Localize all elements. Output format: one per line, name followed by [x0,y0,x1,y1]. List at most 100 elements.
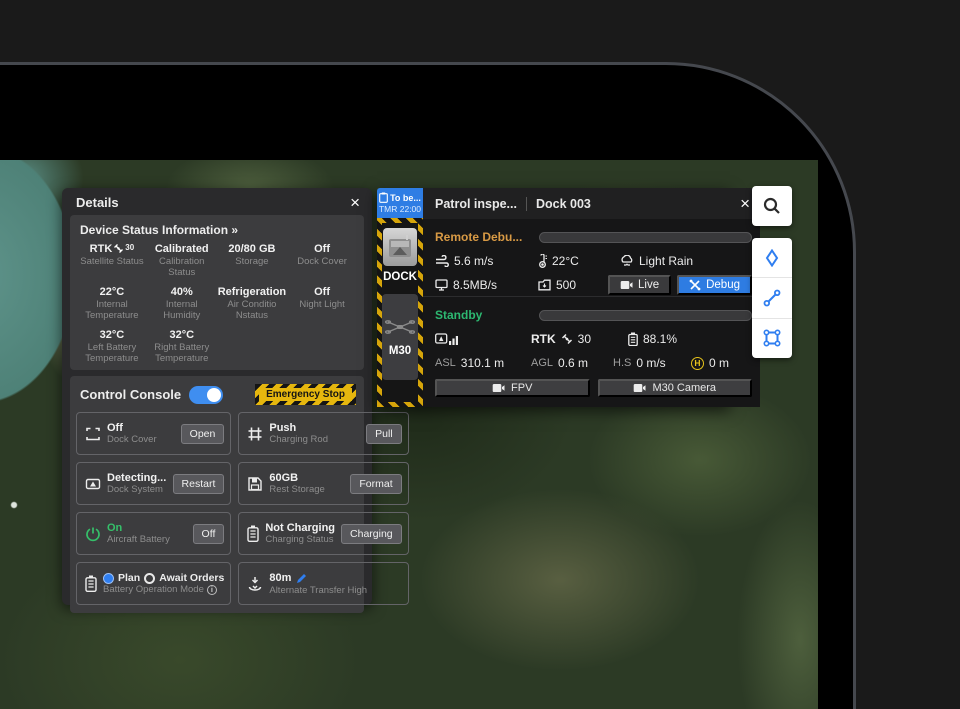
drone-image-icon [385,318,415,336]
m30-tab-label[interactable]: M30 [389,345,411,357]
status-item-internal-humidity: 40% Internal Humidity [148,286,216,322]
status-item-left-battery-temp: 32°C Left Battery Temperature [78,329,146,365]
emergency-stop-button[interactable]: Emergency Stop [255,384,356,405]
asl-stat: ASL 310.1 m [435,356,531,370]
battery-stat: 88.1% [628,332,677,346]
task-name[interactable]: Patrol inspe... [435,197,517,211]
device-status-title[interactable]: Device Status Information » [80,223,356,237]
restart-button[interactable]: Restart [173,474,225,494]
console-cards: Off Dock Cover Open Push Charging Rod Pu… [76,412,358,605]
dock-panel-header: Patrol inspe... Dock 003 × [423,188,760,219]
transmission-signal-icon [435,333,459,346]
horizontal-speed-stat: H.S 0 m/s [613,356,691,370]
device-rail: To be... TMR 22:00 DOCK M30 [377,188,423,407]
clipboard-icon [379,192,388,203]
status-item-storage: 20/80 GB Storage [218,243,286,279]
home-point-icon: H [691,357,704,370]
dock-thumbnail[interactable] [383,228,417,266]
polyline-icon [763,289,781,307]
wrench-icon [689,279,701,291]
radio-plan-selected[interactable] [103,573,114,584]
dock-system-icon [85,476,101,492]
radio-await-orders[interactable] [144,573,155,584]
polygon-tool-button[interactable] [752,318,792,358]
status-item-air-condition: Refrigeration Air Conditio Nstatus [218,286,286,322]
status-item-internal-temp: 22°C Internal Temperature [78,286,146,322]
polyline-tool-button[interactable] [752,277,792,317]
battery-off-button[interactable]: Off [193,524,225,544]
power-icon [85,526,101,542]
camera-icon [492,383,505,393]
battery-icon [85,575,97,592]
device-name[interactable]: Dock 003 [536,197,591,211]
m30-thumbnail[interactable]: M30 [382,294,418,380]
m30-camera-button[interactable]: M30 Camera [598,379,753,397]
task-badge-title: To be... [390,193,421,203]
dock-status-section: Remote Debu... 5.6 m/s 22°C Light Rain [423,219,760,297]
dock-image-icon [387,233,413,261]
debug-button[interactable]: Debug [677,275,752,295]
details-title: Details [76,195,119,210]
close-icon[interactable]: × [350,196,360,210]
status-item-dock-cover: Off Dock Cover [288,243,356,279]
rain-cloud-icon [620,255,634,268]
m30-mode-status: Standby [435,308,535,322]
status-item-right-battery-temp: 32°C Right Battery Temperature [148,329,216,365]
control-console-section: Control Console Emergency Stop Off Dock … [70,376,364,613]
card-rest-storage: 60GB Rest Storage Format [238,462,408,505]
weather-stat: Light Rain [620,254,693,268]
control-console-header: Control Console Emergency Stop [76,382,358,412]
landing-altitude-icon [247,576,263,592]
card-charging-status: Not Charging Charging Status Charging [238,512,408,555]
live-button[interactable]: Live [608,275,671,295]
m30-status-section: Standby RTK 30 88.1% [423,297,760,407]
task-badge[interactable]: To be... TMR 22:00 [377,188,423,218]
hazard-border: DOCK M30 [377,218,423,407]
dock-progress-bar [539,232,752,243]
thermometer-icon [538,254,547,268]
satellite-status-value: RTK [90,243,113,255]
radio-await-orders-label[interactable]: Await Orders [159,572,224,584]
dock-status-panel: To be... TMR 22:00 DOCK M30 [377,188,730,407]
task-badge-time: TMR 22:00 [379,204,421,214]
map-draw-toolbar [752,238,792,358]
m30-progress-bar [539,310,752,321]
camera-icon [620,280,633,290]
fpv-button[interactable]: FPV [435,379,590,397]
dock-panel-main: Patrol inspe... Dock 003 × Remote Debu..… [423,188,760,407]
diamond-icon [763,249,781,267]
pull-button[interactable]: Pull [366,424,402,444]
details-header: Details × [62,188,372,215]
charging-button[interactable]: Charging [341,524,402,544]
satellite-count: 30 [125,243,134,252]
card-dock-system: Detecting... Dock System Restart [76,462,231,505]
edit-pencil-icon[interactable] [295,572,308,585]
temperature-stat: 22°C [538,254,620,268]
dock-cover-icon [85,426,101,442]
waypoint-tool-button[interactable] [752,238,792,277]
battery-icon [247,525,259,542]
format-button[interactable]: Format [350,474,401,494]
control-console-toggle[interactable] [189,386,223,404]
dock-mode-status: Remote Debu... [435,230,535,244]
polygon-icon [763,329,781,347]
agl-stat: AGL 0.6 m [531,356,613,370]
control-console-title: Control Console [80,387,181,402]
dock-tab-label[interactable]: DOCK [383,271,417,283]
open-button[interactable]: Open [181,424,225,444]
map-search-button[interactable] [752,186,792,226]
card-battery-operation-mode: Plan Await Orders Battery Operation Mode… [76,562,231,605]
close-icon[interactable]: × [740,197,750,211]
wind-speed-stat: 5.6 m/s [435,254,538,268]
network-monitor-icon [435,279,448,291]
storage-disk-icon [247,476,263,492]
satellite-icon [113,243,124,254]
search-icon [762,196,782,216]
info-icon[interactable]: i [207,585,217,595]
radio-plan-label[interactable]: Plan [118,572,140,584]
header-divider [526,197,527,211]
altitude-value: 80m [269,572,291,584]
card-aircraft-battery: On Aircraft Battery Off [76,512,231,555]
bandwidth-stat: 8.5MB/s [435,278,538,292]
card-dock-cover: Off Dock Cover Open [76,412,231,455]
